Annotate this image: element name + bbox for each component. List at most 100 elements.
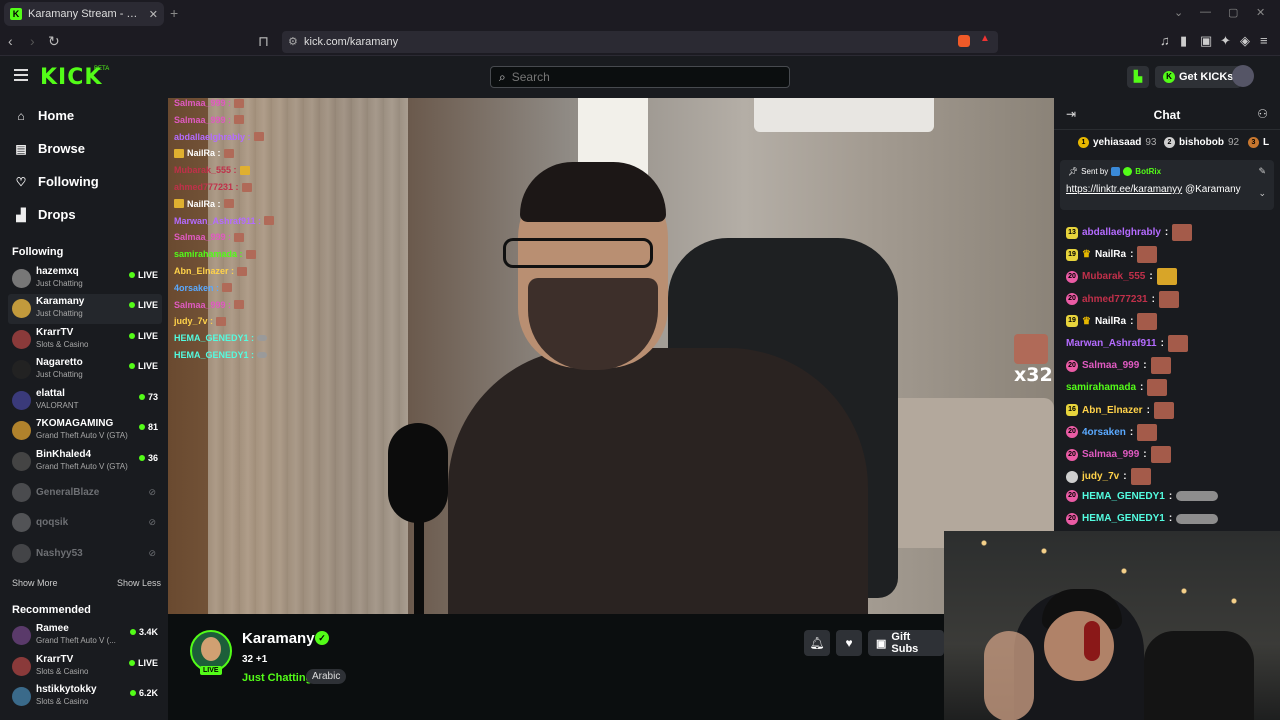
overlay-chat-line: Abn_Elnazer : <box>174 266 248 276</box>
search-box[interactable]: ⌕ <box>490 66 790 88</box>
chat-username[interactable]: HEMA_GENEDY1 <box>1082 491 1165 502</box>
following-channel[interactable]: hazemxq Just Chatting LIVE <box>8 264 162 294</box>
sidebar-icon[interactable]: ▮ <box>1180 33 1187 49</box>
address-bar[interactable]: ⚙ kick.com/karamany <box>282 31 998 53</box>
chat-username[interactable]: 4orsaken <box>1082 427 1126 438</box>
leader-name: yehiasaad <box>1093 137 1142 148</box>
chat-message[interactable]: 20 HEMA_GENEDY1: <box>1066 512 1219 525</box>
following-channel[interactable]: Karamany Just Chatting LIVE <box>8 294 162 324</box>
chat-message[interactable]: 20 4orsaken: <box>1066 423 1158 441</box>
show-more-button[interactable]: Show More <box>12 578 58 588</box>
leo-icon[interactable]: ✦ <box>1220 33 1231 49</box>
offline-channel[interactable]: GeneralBlaze ⊘ <box>8 478 162 508</box>
chat-message[interactable]: 19 ♛ NailRa: <box>1066 246 1158 264</box>
menu-icon[interactable]: ≡ <box>1260 33 1268 48</box>
chat-separator: : <box>1168 513 1173 525</box>
brave-rewards-icon[interactable]: ▲ <box>980 33 992 45</box>
leaderboard-entry[interactable]: 3 L <box>1248 137 1269 148</box>
new-tab-icon[interactable]: + <box>170 5 178 21</box>
close-window-icon[interactable]: ✕ <box>1256 6 1265 19</box>
chat-username[interactable]: Mubarak_555 <box>1082 271 1145 282</box>
vpn-icon[interactable]: ◈ <box>1240 33 1250 49</box>
stream-manager-icon[interactable]: ▙ <box>1127 66 1149 88</box>
chat-message[interactable]: judy_7v: <box>1066 468 1151 486</box>
following-channel[interactable]: 7KOMAGAMING Grand Theft Auto V (GTA) 81 <box>8 416 162 446</box>
chat-username[interactable]: NailRa <box>1095 249 1126 260</box>
hamburger-menu-icon[interactable] <box>14 69 28 81</box>
recommended-channel[interactable]: Ramee Grand Theft Auto V (... 3.4K <box>8 621 162 651</box>
chat-users-icon[interactable]: ⚇ <box>1257 107 1268 121</box>
chat-message[interactable]: 20 ahmed777231: <box>1066 290 1179 308</box>
offline-channel[interactable]: qoqsik ⊘ <box>8 508 162 538</box>
recommended-channel[interactable]: hstikkytokky Slots & Casino 6.2K <box>8 682 162 712</box>
forward-icon[interactable]: › <box>30 33 35 49</box>
brave-shield-icon[interactable] <box>958 35 970 47</box>
offline-channel[interactable]: Nashyy53 ⊘ <box>8 539 162 569</box>
chat-username[interactable]: judy_7v <box>1082 471 1119 482</box>
chat-message[interactable]: 20 Salmaa_999: <box>1066 446 1171 463</box>
bookmark-icon[interactable]: ⊓ <box>258 33 269 50</box>
heart-icon: ♡ <box>15 174 27 189</box>
following-channel[interactable]: KrarrTV Slots & Casino LIVE <box>8 325 162 355</box>
channel-name: Karamany <box>36 296 85 307</box>
following-channel[interactable]: elattal VALORANT 73 <box>8 386 162 416</box>
back-icon[interactable]: ‹ <box>8 33 13 49</box>
reload-icon[interactable]: ↻ <box>48 33 60 50</box>
music-icon[interactable]: ♫ <box>1160 33 1170 48</box>
chat-message[interactable]: samirahamada: <box>1066 379 1168 397</box>
browser-tab[interactable]: K Karamany Stream - Watch Live o ✕ <box>4 2 164 26</box>
unpin-icon[interactable]: ✎ <box>1258 166 1266 177</box>
video-player[interactable]: x32 Salmaa_999 : Salmaa_999 : abdallaelghr… <box>168 98 1054 614</box>
following-channel[interactable]: Nagaretto Just Chatting LIVE <box>8 355 162 385</box>
chat-username[interactable]: ahmed777231 <box>1082 294 1148 305</box>
channel-category: Just Chatting <box>36 309 83 318</box>
chat-message[interactable]: 13 abdallaelghrably: <box>1066 224 1193 241</box>
leaderboard-entry[interactable]: 2 bishobob 92 <box>1164 137 1239 148</box>
chat-username[interactable]: Marwan_Ashraf911 <box>1066 338 1157 349</box>
minimize-icon[interactable]: — <box>1200 6 1211 18</box>
recommended-channel[interactable]: KrarrTV Slots & Casino LIVE <box>8 652 162 682</box>
following-channel[interactable]: BinKhaled4 Grand Theft Auto V (GTA) 36 <box>8 447 162 477</box>
sidebar-item-browse[interactable]: ▤ Browse <box>14 141 85 156</box>
stream-category-link[interactable]: Just Chatting <box>242 672 312 684</box>
sidebar-item-drops[interactable]: ▟ Drops <box>14 207 75 222</box>
chat-message[interactable]: 19 ♛ NailRa: <box>1066 312 1158 330</box>
chat-message[interactable]: Marwan_Ashraf911: <box>1066 335 1188 352</box>
maximize-icon[interactable]: ▢ <box>1228 6 1238 19</box>
get-kicks-button[interactable]: K Get KICKs <box>1155 66 1242 88</box>
chat-message[interactable]: 20 HEMA_GENEDY1: <box>1066 490 1219 503</box>
rank-badge: 3 <box>1248 137 1259 148</box>
show-less-button[interactable]: Show Less <box>117 578 161 588</box>
follow-heart-icon[interactable]: ♥ <box>836 630 862 656</box>
chat-username[interactable]: samirahamada <box>1066 382 1136 393</box>
close-icon[interactable]: ✕ <box>149 8 158 21</box>
chat-username[interactable]: NailRa <box>1095 316 1126 327</box>
pinned-message[interactable]: 📌︎ Sent by BotRix https://linktr.ee/kara… <box>1060 160 1274 210</box>
sidebar-item-following[interactable]: ♡ Following <box>14 174 99 189</box>
chat-message[interactable]: 20 Salmaa_999: <box>1066 357 1171 375</box>
gift-subs-button[interactable]: ▣ Gift Subs <box>868 630 944 656</box>
sidebar-item-home[interactable]: ⌂ Home <box>14 108 74 123</box>
search-input[interactable] <box>511 70 772 84</box>
chevron-down-icon[interactable]: ⌄ <box>1258 188 1266 199</box>
chat-username[interactable]: HEMA_GENEDY1 <box>1082 513 1165 524</box>
chat-username[interactable]: Abn_Elnazer <box>1082 405 1143 416</box>
chat-message[interactable]: 16 Abn_Elnazer: <box>1066 401 1174 419</box>
rank-badge: 2 <box>1164 137 1175 148</box>
chat-username[interactable]: abdallaelghrably <box>1082 227 1161 238</box>
pinned-link[interactable]: https://linktr.ee/karamanyy <box>1066 184 1182 195</box>
chevron-down-icon[interactable]: ⌄ <box>1174 6 1183 19</box>
notification-bell-icon[interactable]: 🔔︎ <box>804 630 830 656</box>
chat-emote-icon <box>1153 401 1174 419</box>
chat-username[interactable]: Salmaa_999 <box>1082 449 1139 460</box>
leaderboard-entry[interactable]: 1 yehiasaad 93 <box>1078 137 1157 148</box>
wallet-icon[interactable]: ▣ <box>1200 33 1212 49</box>
user-avatar[interactable] <box>1232 65 1254 87</box>
language-tag[interactable]: Arabic <box>306 669 347 684</box>
streamer-name[interactable]: Karamany <box>242 630 315 647</box>
chat-separator: : <box>1160 338 1164 349</box>
chat-username[interactable]: Salmaa_999 <box>1082 360 1139 371</box>
site-info-icon[interactable]: ⚙ <box>288 35 298 48</box>
overlay-chat-user: Salmaa_999 : <box>174 98 232 108</box>
chat-message[interactable]: 20 Mubarak_555: <box>1066 268 1177 286</box>
